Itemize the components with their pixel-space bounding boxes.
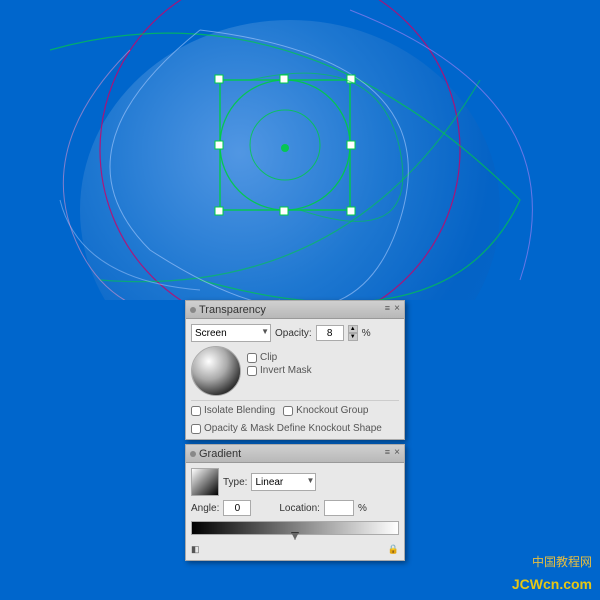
isolate-blending-checkbox[interactable] bbox=[191, 406, 201, 416]
opacity-input[interactable] bbox=[316, 325, 344, 341]
gradient-content: Type: Linear Radial ▼ Angle: Location: % bbox=[186, 463, 404, 560]
invert-mask-label: Invert Mask bbox=[260, 365, 312, 376]
angle-location-row: Angle: Location: % bbox=[191, 500, 399, 516]
gradient-menu-icon[interactable]: ≡ bbox=[385, 447, 390, 457]
transparency-panel-title: Transparency bbox=[199, 304, 266, 316]
knockout-group-label: Knockout Group bbox=[296, 405, 368, 416]
opacity-mask-row: Opacity & Mask Define Knockout Shape bbox=[191, 423, 399, 434]
location-input[interactable] bbox=[324, 500, 354, 516]
clip-options: Clip Invert Mask bbox=[247, 346, 312, 376]
opacity-stepper: ▲ ▼ bbox=[348, 325, 358, 341]
transparency-thumbnail[interactable] bbox=[191, 346, 241, 396]
gradient-slider-thumb[interactable] bbox=[291, 532, 299, 540]
clip-checkbox[interactable] bbox=[247, 353, 257, 363]
gradient-panel-title: Gradient bbox=[199, 448, 241, 460]
transparency-close-icon[interactable]: × bbox=[394, 303, 400, 314]
gradient-close-icon[interactable]: × bbox=[394, 447, 400, 458]
angle-label: Angle: bbox=[191, 503, 219, 514]
transparency-panel: Transparency × ≡ Screen ▼ Opacity: ▲ ▼ bbox=[185, 300, 405, 440]
opacity-mask-label: Opacity & Mask Define Knockout Shape bbox=[204, 423, 382, 434]
isolate-row: Isolate Blending bbox=[191, 405, 275, 416]
gradient-bar-container bbox=[191, 521, 399, 541]
blend-mode-wrapper: Screen ▼ bbox=[191, 324, 271, 342]
transparency-panel-header: Transparency × ≡ bbox=[186, 301, 404, 319]
angle-input[interactable] bbox=[223, 500, 251, 516]
gradient-panel-dot-icon bbox=[190, 451, 196, 457]
gradient-preview[interactable] bbox=[191, 468, 219, 496]
gradient-panel-header: Gradient × ≡ bbox=[186, 445, 404, 463]
knockout-group-checkbox[interactable] bbox=[283, 406, 293, 416]
transparency-content: Screen ▼ Opacity: ▲ ▼ % bbox=[186, 319, 404, 439]
gradient-end-icon[interactable]: 🔒 bbox=[388, 544, 399, 555]
gradient-bar[interactable] bbox=[191, 521, 399, 535]
opacity-decrement-button[interactable]: ▼ bbox=[348, 333, 358, 341]
thumbnail-sphere bbox=[192, 347, 240, 395]
invert-mask-row: Invert Mask bbox=[247, 365, 312, 376]
panels-container: Transparency × ≡ Screen ▼ Opacity: ▲ ▼ bbox=[185, 300, 405, 561]
transparency-menu-icon[interactable]: ≡ bbox=[385, 303, 390, 313]
thumbnail-row: Clip Invert Mask bbox=[191, 346, 399, 396]
site-label: JCWcn.com bbox=[512, 576, 592, 592]
opacity-increment-button[interactable]: ▲ bbox=[348, 325, 358, 333]
opacity-mask-checkbox[interactable] bbox=[191, 424, 201, 434]
gradient-type-select[interactable]: Linear Radial bbox=[251, 473, 316, 491]
clip-label: Clip bbox=[260, 352, 277, 363]
invert-mask-checkbox[interactable] bbox=[247, 366, 257, 376]
chinese-label: 中国教程网 bbox=[532, 555, 592, 569]
bottom-checks: Isolate Blending Knockout Group Opacity … bbox=[191, 400, 399, 434]
knockout-row: Knockout Group bbox=[283, 405, 368, 416]
clip-row: Clip bbox=[247, 352, 312, 363]
blend-mode-select[interactable]: Screen bbox=[191, 324, 271, 342]
blend-opacity-row: Screen ▼ Opacity: ▲ ▼ % bbox=[191, 324, 399, 342]
gradient-bar-icons: ◧ 🔒 bbox=[191, 544, 399, 555]
opacity-label: Opacity: bbox=[275, 328, 312, 339]
gradient-type-row: Type: Linear Radial ▼ bbox=[191, 468, 399, 496]
gradient-start-icon[interactable]: ◧ bbox=[191, 544, 200, 555]
location-unit: % bbox=[358, 503, 367, 514]
panel-dot-icon bbox=[190, 307, 196, 313]
isolate-knockout-row: Isolate Blending Knockout Group bbox=[191, 405, 399, 416]
chinese-text-area: 中国教程网 bbox=[532, 553, 592, 570]
isolate-blending-label: Isolate Blending bbox=[204, 405, 275, 416]
opacity-unit: % bbox=[362, 328, 371, 339]
vector-artwork bbox=[0, 0, 600, 300]
type-select-wrapper: Linear Radial ▼ bbox=[251, 473, 316, 491]
watermark-area: JCWcn.com bbox=[512, 576, 592, 592]
canvas-area bbox=[0, 0, 600, 300]
location-label: Location: bbox=[279, 503, 320, 514]
gradient-panel: Gradient × ≡ Type: Linear Radial ▼ Angle… bbox=[185, 444, 405, 561]
type-label: Type: bbox=[223, 477, 247, 488]
